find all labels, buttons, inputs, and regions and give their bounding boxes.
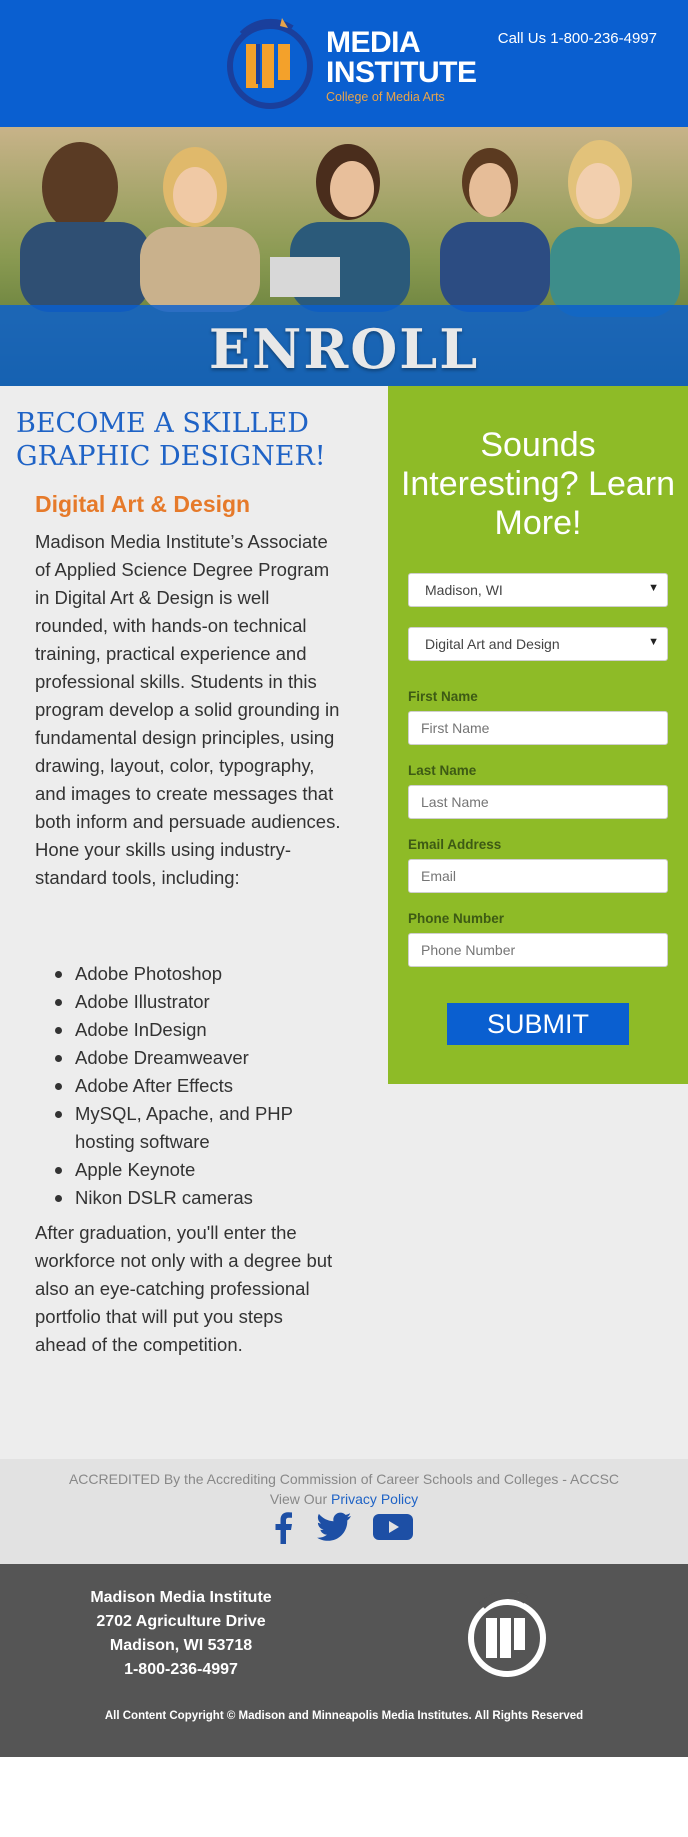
call-us-phone[interactable]: Call Us 1-800-236-4997 — [498, 30, 657, 47]
program-select-value: Digital Art and Design — [425, 636, 560, 652]
chevron-down-icon: ▼ — [648, 582, 659, 594]
footer-phone[interactable]: 1-800-236-4997 — [66, 1658, 296, 1682]
program-intro: Madison Media Institute’s Associate of A… — [35, 531, 341, 888]
media-institute-logo[interactable]: MEDIA INSTITUTE College of Media Arts — [222, 14, 477, 114]
footer-address: Madison Media Institute 2702 Agriculture… — [66, 1586, 296, 1682]
youtube-icon[interactable] — [373, 1512, 413, 1542]
list-item: Adobe Dreamweaver — [35, 1044, 335, 1072]
footer-street: 2702 Agriculture Drive — [96, 1613, 266, 1630]
privacy-prefix: View Our — [269, 1491, 332, 1507]
last-name-field[interactable] — [408, 785, 668, 819]
accreditation-text: ACCREDITED By the Accrediting Commission… — [68, 1471, 620, 1487]
campus-select-value: Madison, WI — [425, 582, 503, 598]
privacy-policy-link[interactable]: Privacy Policy — [331, 1491, 418, 1507]
program-select[interactable]: Digital Art and Design ▼ — [408, 627, 668, 661]
program-subhead: Digital Art & Design — [35, 491, 251, 517]
accreditation-bar: ACCREDITED By the Accrediting Commission… — [0, 1459, 688, 1564]
logo-tagline: College of Media Arts — [326, 90, 445, 104]
facebook-icon[interactable] — [273, 1512, 293, 1544]
site-footer: Madison Media Institute 2702 Agriculture… — [0, 1564, 688, 1757]
list-item: Adobe Photoshop — [35, 960, 335, 988]
logo-line-media: MEDIA — [326, 26, 421, 59]
form-title: Sounds Interesting? Learn More! — [400, 426, 676, 542]
submit-button[interactable]: SUBMIT — [447, 1003, 629, 1045]
logo-line-institute: INSTITUTE — [326, 56, 477, 89]
privacy-line: View Our Privacy Policy — [0, 1491, 688, 1507]
tools-list: Adobe Photoshop Adobe Illustrator Adobe … — [35, 960, 335, 1212]
campus-select[interactable]: Madison, WI ▼ — [408, 573, 668, 607]
first-name-label: First Name — [408, 689, 478, 704]
program-outro: After graduation, you'll enter the workf… — [35, 1222, 333, 1355]
list-item: Adobe After Effects — [35, 1072, 335, 1100]
list-item: Apple Keynote — [35, 1156, 335, 1184]
twitter-icon[interactable] — [317, 1512, 351, 1542]
site-header: MEDIA INSTITUTE College of Media Arts Ca… — [0, 0, 688, 127]
email-field[interactable] — [408, 859, 668, 893]
logo-mark-icon — [227, 18, 313, 109]
last-name-label: Last Name — [408, 763, 477, 778]
list-item: Adobe InDesign — [35, 1016, 335, 1044]
first-name-field[interactable] — [408, 711, 668, 745]
copyright-text: All Content Copyright © Madison and Minn… — [104, 1710, 584, 1722]
footer-city: Madison, WI 53718 — [109, 1637, 253, 1654]
page-headline: BECOME A SKILLED GRAPHIC DESIGNER! — [16, 408, 326, 472]
list-item: Nikon DSLR cameras — [35, 1184, 335, 1212]
list-item: Adobe Illustrator — [35, 988, 335, 1016]
phone-label: Phone Number — [408, 911, 505, 926]
footer-school-name: Madison Media Institute — [90, 1589, 272, 1606]
email-label: Email Address — [408, 837, 502, 852]
footer-logo-icon — [468, 1591, 546, 1677]
chevron-down-icon: ▼ — [648, 636, 659, 648]
hero-banner: ENROLL — [0, 127, 688, 386]
phone-field[interactable] — [408, 933, 668, 967]
logo-wordmark: MEDIA INSTITUTE College of Media Arts — [326, 26, 477, 105]
enroll-title: ENROLL — [208, 317, 480, 381]
list-item: MySQL, Apache, and PHP hosting software — [35, 1100, 335, 1156]
lead-form-panel: Sounds Interesting? Learn More! Madison,… — [388, 386, 688, 1084]
